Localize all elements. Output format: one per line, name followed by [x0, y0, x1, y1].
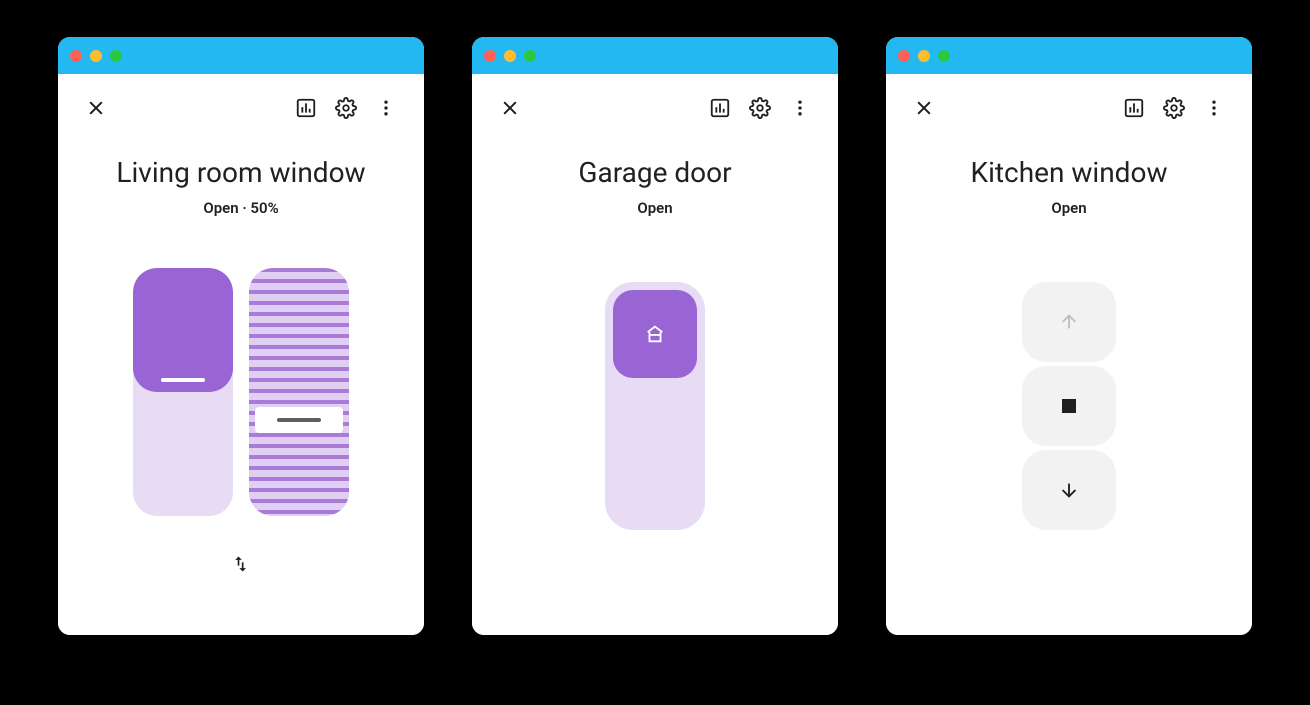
window-maximize-dot[interactable]: [524, 50, 536, 62]
tilt-indicator: [255, 407, 343, 433]
tilt-indicator-line: [277, 418, 321, 422]
gear-icon: [749, 97, 771, 119]
swap-mode-button[interactable]: [221, 544, 261, 584]
close-button[interactable]: [490, 88, 530, 128]
device-status: Open: [886, 199, 1252, 217]
window-living-room: Living room window Open · 50%: [58, 37, 424, 635]
stop-button[interactable]: [1022, 366, 1116, 446]
window-minimize-dot[interactable]: [504, 50, 516, 62]
card-header: [58, 74, 424, 142]
window-kitchen-window: Kitchen window Open: [886, 37, 1252, 635]
window-minimize-dot[interactable]: [918, 50, 930, 62]
window-close-dot[interactable]: [70, 50, 82, 62]
device-title: Living room window: [58, 156, 424, 189]
window-maximize-dot[interactable]: [110, 50, 122, 62]
window-garage-door: Garage door Open: [472, 37, 838, 635]
window-close-dot[interactable]: [484, 50, 496, 62]
open-button: [1022, 282, 1116, 362]
close-cover-button[interactable]: [1022, 450, 1116, 530]
window-minimize-dot[interactable]: [90, 50, 102, 62]
controls-area: [886, 217, 1252, 635]
tilt-stripes: [249, 268, 349, 516]
settings-button[interactable]: [326, 88, 366, 128]
arrow-down-icon: [1058, 479, 1080, 501]
title-block: Living room window Open · 50%: [58, 142, 424, 217]
sliders-row: [133, 268, 349, 516]
window-close-dot[interactable]: [898, 50, 910, 62]
history-button[interactable]: [700, 88, 740, 128]
more-vertical-icon: [1204, 98, 1224, 118]
close-button[interactable]: [76, 88, 116, 128]
close-icon: [914, 98, 934, 118]
device-title: Kitchen window: [886, 156, 1252, 189]
card-header: [472, 74, 838, 142]
history-button[interactable]: [1114, 88, 1154, 128]
cover-button-stack: [1022, 282, 1116, 530]
stop-icon: [1062, 399, 1076, 413]
settings-button[interactable]: [740, 88, 780, 128]
swap-vertical-icon: [231, 554, 251, 574]
more-vertical-icon: [790, 98, 810, 118]
garage-icon: [644, 323, 666, 345]
card-content: Living room window Open · 50%: [58, 74, 424, 635]
cover-tilt-slider[interactable]: [249, 268, 349, 516]
garage-fill: [613, 290, 697, 378]
cover-position-slider[interactable]: [133, 268, 233, 516]
more-button[interactable]: [1194, 88, 1234, 128]
card-content: Garage door Open: [472, 74, 838, 635]
settings-button[interactable]: [1154, 88, 1194, 128]
window-maximize-dot[interactable]: [938, 50, 950, 62]
close-icon: [86, 98, 106, 118]
chart-icon: [709, 97, 731, 119]
window-titlebar: [472, 37, 838, 74]
cover-fill: [133, 268, 233, 392]
close-button[interactable]: [904, 88, 944, 128]
controls-area: [472, 217, 838, 635]
gear-icon: [335, 97, 357, 119]
device-title: Garage door: [472, 156, 838, 189]
close-icon: [500, 98, 520, 118]
device-status: Open · 50%: [58, 199, 424, 217]
card-header: [886, 74, 1252, 142]
more-button[interactable]: [780, 88, 820, 128]
history-button[interactable]: [286, 88, 326, 128]
chart-icon: [1123, 97, 1145, 119]
device-status: Open: [472, 199, 838, 217]
more-button[interactable]: [366, 88, 406, 128]
controls-area: [58, 217, 424, 635]
window-titlebar: [886, 37, 1252, 74]
title-block: Kitchen window Open: [886, 142, 1252, 217]
chart-icon: [295, 97, 317, 119]
title-block: Garage door Open: [472, 142, 838, 217]
gear-icon: [1163, 97, 1185, 119]
cover-handle: [161, 378, 205, 382]
arrow-up-icon: [1058, 311, 1080, 333]
window-titlebar: [58, 37, 424, 74]
garage-toggle[interactable]: [605, 282, 705, 530]
more-vertical-icon: [376, 98, 396, 118]
card-content: Kitchen window Open: [886, 74, 1252, 635]
